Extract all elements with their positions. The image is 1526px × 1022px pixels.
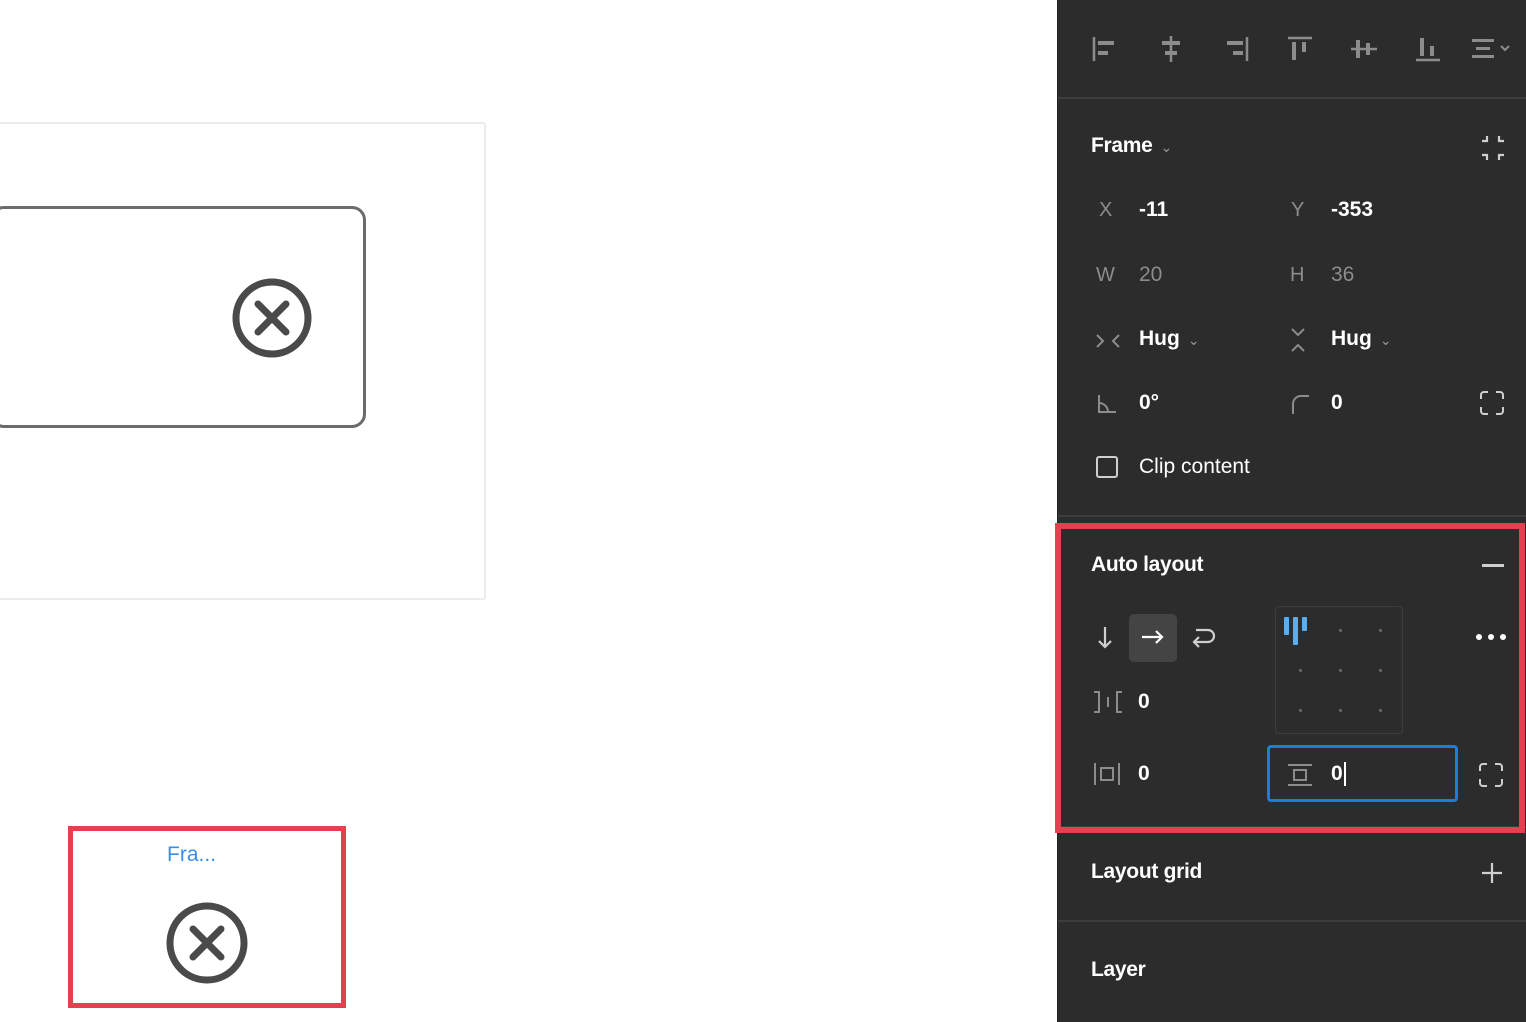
layout-grid-title: Layout grid <box>1091 860 1203 883</box>
horizontal-resizing-icon <box>1096 334 1120 348</box>
rotation-icon <box>1098 395 1116 413</box>
independent-corners-icon[interactable] <box>1478 389 1506 417</box>
height-label: H <box>1290 264 1305 286</box>
auto-layout-highlight <box>1055 523 1525 833</box>
corner-radius-input[interactable]: 0 <box>1331 391 1343 415</box>
x-label: X <box>1099 199 1113 221</box>
vertical-resizing-select[interactable]: Hug ⌄ <box>1331 327 1392 351</box>
design-canvas[interactable]: Fra... <box>0 0 1057 1022</box>
align-horizontal-center-icon[interactable] <box>1154 32 1188 66</box>
align-top-icon[interactable] <box>1283 32 1317 66</box>
align-bottom-icon[interactable] <box>1411 32 1445 66</box>
align-right-icon[interactable] <box>1219 32 1253 66</box>
alignment-toolbar <box>1058 28 1526 72</box>
align-left-icon[interactable] <box>1088 32 1122 66</box>
y-label: Y <box>1291 199 1305 221</box>
vertical-resizing-icon <box>1291 328 1305 352</box>
clear-circle-icon[interactable] <box>164 900 250 986</box>
corner-radius-icon <box>1292 395 1309 414</box>
frame-section-title[interactable]: Frame ⌄ <box>1091 134 1172 158</box>
y-input[interactable]: -353 <box>1331 198 1373 222</box>
layer-title: Layer <box>1091 958 1146 981</box>
add-layout-grid-icon[interactable] <box>1480 861 1504 885</box>
height-input[interactable]: 36 <box>1331 263 1354 287</box>
width-label: W <box>1096 264 1115 286</box>
distribute-menu-icon[interactable] <box>1468 32 1518 66</box>
width-input[interactable]: 20 <box>1139 263 1162 287</box>
properties-panel: Frame ⌄ X -11 Y -353 W 20 H 36 Hug ⌄ Hug ⌄ … <box>1057 0 1526 1022</box>
rotation-input[interactable]: 0° <box>1139 391 1159 415</box>
align-vertical-center-icon[interactable] <box>1347 32 1381 66</box>
horizontal-resizing-select[interactable]: Hug ⌄ <box>1139 327 1200 351</box>
frame-name-label[interactable]: Fra... <box>167 843 216 867</box>
x-input[interactable]: -11 <box>1139 198 1168 222</box>
clip-content-label[interactable]: Clip content <box>1139 455 1250 479</box>
clear-circle-icon[interactable] <box>230 276 314 360</box>
resize-to-fit-icon[interactable] <box>1478 133 1508 163</box>
clip-content-checkbox[interactable] <box>1096 456 1118 478</box>
